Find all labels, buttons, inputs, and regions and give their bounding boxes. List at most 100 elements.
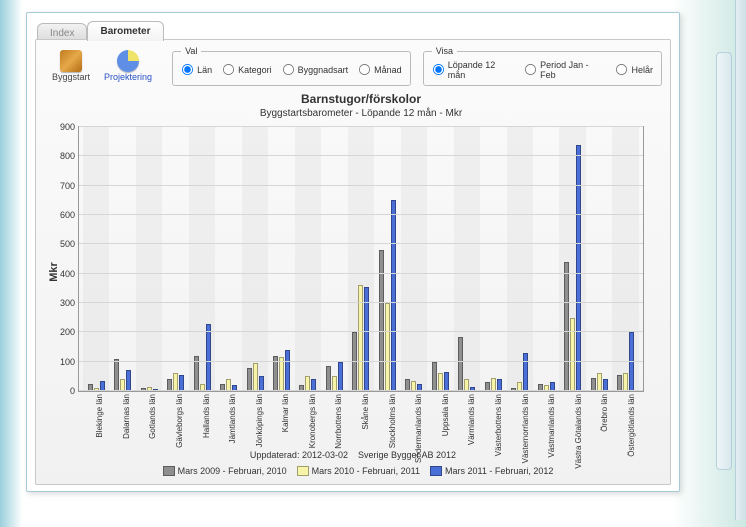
radio-label: Län: [197, 65, 212, 75]
mode-byggstart[interactable]: Byggstart: [52, 50, 90, 82]
xtick: Västerbottens län: [481, 392, 508, 452]
plot-area: 0100200300400500600700800900: [78, 126, 644, 392]
radio-input[interactable]: [359, 64, 370, 75]
app-frame: Index Barometer Byggstart Projektering V…: [26, 12, 680, 492]
xtick: Norrbottens län: [321, 392, 348, 452]
chart: Barnstugor/förskolor Byggstartsbarometer…: [78, 92, 644, 452]
category-column: [215, 127, 241, 391]
bar: [564, 262, 569, 391]
x-labels: Blekinge län Dalarnas län Gotlands län Gävl…: [78, 392, 644, 452]
xtick: Gotlands län: [135, 392, 162, 452]
gridline: [79, 243, 643, 244]
radio-label: Byggnadsart: [298, 65, 349, 75]
xtick: Västernorrlands län: [507, 392, 534, 452]
xtick: Gävleborgs län: [162, 392, 189, 452]
group-val: Val Län Kategori Byggnadsart Månad: [172, 46, 411, 86]
xtick: Jönköpings län: [241, 392, 268, 452]
gridline: [79, 361, 643, 362]
category-column: [507, 127, 533, 391]
radio-val-3[interactable]: Månad: [358, 63, 402, 76]
xtick: Uppsala län: [428, 392, 455, 452]
bar: [576, 145, 581, 391]
radio-visa-1[interactable]: Period Jan - Feb: [524, 60, 605, 80]
bar: [629, 332, 634, 391]
radio-input[interactable]: [433, 64, 444, 75]
xtick-label: Gävleborgs län: [175, 394, 184, 448]
category-column: [401, 127, 427, 391]
ytick-label: 900: [60, 122, 75, 132]
bar: [179, 375, 184, 391]
category-column: [427, 127, 453, 391]
tab-barometer[interactable]: Barometer: [87, 21, 163, 41]
outer-scrollbar[interactable]: [735, 0, 746, 520]
xtick-label: Hallands län: [202, 394, 211, 438]
ytick-label: 800: [60, 151, 75, 161]
bar: [570, 318, 575, 391]
ytick-label: 600: [60, 210, 75, 220]
radio-val-0[interactable]: Län: [181, 63, 212, 76]
xtick-label: Blekinge län: [95, 394, 104, 438]
chart-subtitle: Byggstartsbarometer - Löpande 12 mån - M…: [78, 108, 644, 119]
bar: [247, 368, 252, 391]
group-val-legend: Val: [181, 46, 201, 56]
radio-input[interactable]: [525, 64, 536, 75]
category-column: [374, 127, 400, 391]
xtick-label: Kalmar län: [281, 394, 290, 432]
xtick-label: Norrbottens län: [334, 394, 343, 449]
radio-input[interactable]: [283, 64, 294, 75]
mode-icons: Byggstart Projektering: [44, 46, 160, 86]
piechart-icon: [117, 50, 139, 72]
radio-val-2[interactable]: Byggnadsart: [282, 63, 349, 76]
xtick-label: Gotlands län: [148, 394, 157, 439]
ytick-label: 0: [70, 386, 75, 396]
gridline: [79, 302, 643, 303]
gridline: [79, 155, 643, 156]
radio-visa-0[interactable]: Löpande 12 mån: [432, 60, 514, 80]
xtick: Örebro län: [587, 392, 614, 452]
xtick: Västmanlands län: [534, 392, 561, 452]
xtick: Södermanlands län: [401, 392, 428, 452]
bar: [379, 250, 384, 391]
bar: [279, 357, 284, 391]
radio-val-1[interactable]: Kategori: [222, 63, 272, 76]
bars-container: [79, 127, 643, 391]
copyright-text: Sverige Bygger AB 2012: [358, 450, 456, 460]
bar: [597, 373, 602, 391]
gridline: [79, 185, 643, 186]
category-column: [136, 127, 162, 391]
radio-input[interactable]: [616, 64, 627, 75]
inner-scrollbar[interactable]: [716, 52, 732, 470]
category-column: [480, 127, 506, 391]
xtick-label: Östergötlands län: [627, 394, 636, 457]
bar: [432, 362, 437, 391]
legend: Mars 2009 - Februari, 2010Mars 2010 - Fe…: [36, 465, 670, 479]
xtick: Stockholms län: [374, 392, 401, 452]
group-visa-legend: Visa: [432, 46, 457, 56]
xtick: Dalarnas län: [109, 392, 136, 452]
bar: [444, 372, 449, 391]
bar: [114, 359, 119, 391]
bar: [438, 373, 443, 391]
radio-input[interactable]: [182, 64, 193, 75]
category-column: [586, 127, 612, 391]
gridline: [79, 126, 643, 127]
radio-input[interactable]: [223, 64, 234, 75]
gridline: [79, 331, 643, 332]
ytick-label: 300: [60, 298, 75, 308]
category-column: [242, 127, 268, 391]
bar: [352, 332, 357, 391]
bar: [332, 376, 337, 391]
bar: [285, 350, 290, 391]
xtick-label: Värmlands län: [467, 394, 476, 445]
ytick-label: 700: [60, 181, 75, 191]
xtick: Värmlands län: [454, 392, 481, 452]
category-column: [83, 127, 109, 391]
chart-footer: Uppdaterad: 2012-03-02 Sverige Bygger AB…: [36, 449, 670, 478]
radio-visa-2[interactable]: Helår: [615, 63, 653, 76]
bar: [338, 362, 343, 391]
category-column: [559, 127, 585, 391]
mode-projektering[interactable]: Projektering: [104, 50, 152, 82]
category-column: [109, 127, 135, 391]
category-column: [189, 127, 215, 391]
updated-text: Uppdaterad: 2012-03-02: [250, 450, 348, 460]
